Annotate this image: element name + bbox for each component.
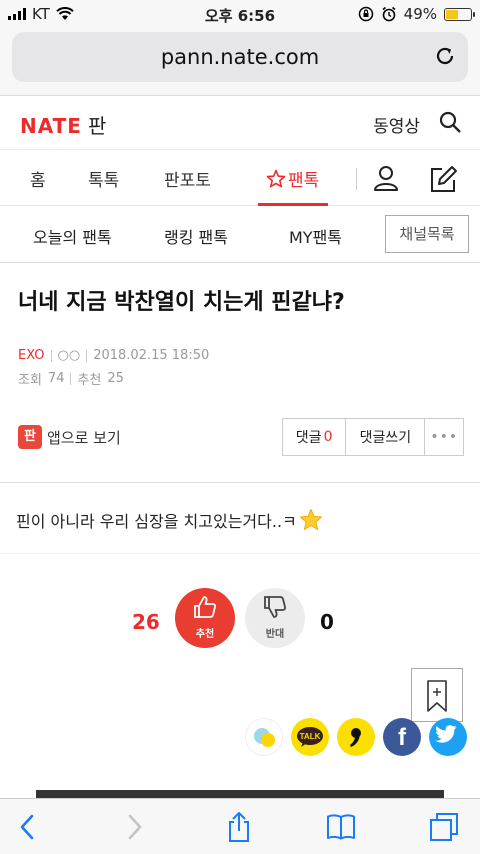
tab-toktok[interactable]: 톡톡	[88, 166, 119, 191]
channel-list-button[interactable]: 채널목록	[385, 215, 469, 253]
forward-icon[interactable]	[118, 811, 150, 843]
pann-app-icon: 판	[18, 425, 42, 449]
meta-divider	[50, 349, 52, 362]
write-icon[interactable]	[428, 164, 458, 194]
comment-count: 0	[323, 429, 333, 445]
twitter-share-button[interactable]	[429, 718, 467, 756]
downvote-button[interactable]: 반대	[245, 588, 305, 648]
subtab-my[interactable]: MY팬톡	[289, 224, 342, 248]
recommend-label: 추천	[77, 373, 102, 388]
comment-count-button[interactable]: 댓글 0	[283, 419, 347, 455]
bookmarks-icon[interactable]	[325, 811, 357, 843]
facebook-icon: f	[398, 724, 406, 751]
nate-logo[interactable]: NATE 판	[20, 110, 106, 139]
thumbs-up-icon	[194, 596, 217, 618]
upvote-button[interactable]: 추천	[175, 588, 235, 648]
main-tabs: 홈 톡톡 판포토 팬톡	[0, 150, 480, 206]
app-view-label: 앱으로 보기	[47, 428, 121, 447]
more-options-button[interactable]: •••	[425, 419, 463, 455]
meta-divider	[70, 372, 72, 385]
post-body: 핀이 아니라 우리 심장을 치고있는거다..ㅋ	[16, 508, 323, 532]
kakaotalk-label: TALK	[300, 732, 321, 741]
downvote-label: 반대	[265, 629, 285, 640]
post-category[interactable]: EXO	[18, 348, 45, 363]
write-comment-button[interactable]: 댓글쓰기	[346, 419, 426, 455]
status-bar: KT 오후 6:56 49%	[0, 0, 480, 28]
share-buttons: TALK f	[245, 718, 467, 756]
post-body-text: 핀이 아니라 우리 심장을 치고있는거다..ㅋ	[16, 512, 297, 531]
comma-icon	[350, 728, 361, 747]
comment-actions: 댓글 0 댓글쓰기 •••	[282, 418, 464, 456]
upvote-label: 추천	[195, 629, 215, 640]
divider	[0, 553, 480, 554]
search-icon[interactable]	[438, 110, 462, 134]
tab-home[interactable]: 홈	[30, 166, 46, 191]
tab-panphoto[interactable]: 판포토	[164, 166, 211, 191]
app-view-link[interactable]: 판 앱으로 보기	[18, 425, 121, 449]
downvote-count: 0	[320, 610, 334, 634]
sub-tabs: 오늘의 팬톡 랭킹 팬톡 MY팬톡 채널목록	[0, 207, 480, 263]
address-bar[interactable]: pann.nate.com	[12, 32, 468, 82]
site-header: NATE 판 동영상	[0, 96, 480, 150]
post-stats: 조회 74 추천 25	[18, 369, 124, 388]
logo-sub: 판	[87, 114, 107, 138]
battery-percent: 49%	[403, 5, 437, 23]
star-outline-icon	[266, 169, 286, 187]
tabs-icon[interactable]	[428, 811, 460, 843]
battery-fill	[446, 9, 458, 19]
video-link[interactable]: 동영상	[373, 112, 420, 137]
logo-text: NATE	[20, 114, 82, 138]
kakaotalk-share-button[interactable]: TALK	[291, 718, 329, 756]
reload-icon[interactable]	[434, 45, 456, 67]
share-icon[interactable]	[223, 811, 255, 843]
active-tab-indicator	[258, 203, 328, 206]
post-title: 너네 지금 박찬열이 치는게 핀같냐?	[18, 290, 345, 315]
kakaostory-icon	[254, 728, 275, 747]
post-author: ○○	[57, 348, 81, 363]
twitter-icon	[435, 725, 457, 743]
status-right: 49%	[358, 5, 475, 23]
user-icon[interactable]	[372, 164, 400, 192]
upvote-count: 26	[132, 610, 160, 634]
meta-divider	[86, 349, 88, 362]
facebook-share-button[interactable]: f	[383, 718, 421, 756]
browser-toolbar	[0, 798, 480, 854]
views-count: 74	[47, 371, 65, 386]
back-icon[interactable]	[12, 811, 44, 843]
views-label: 조회	[18, 373, 42, 388]
kakaostory-share-button[interactable]	[245, 718, 283, 756]
kakaotalk-icon: TALK	[297, 727, 323, 747]
tab-fantalk-label: 팬톡	[288, 171, 320, 191]
comment-label: 댓글	[295, 430, 322, 446]
band-share-button[interactable]	[337, 718, 375, 756]
post-meta: EXO ○○ 2018.02.15 18:50	[18, 348, 209, 363]
rotation-lock-icon	[358, 6, 373, 22]
subtab-ranking[interactable]: 랭킹 팬톡	[164, 224, 228, 248]
alarm-icon	[382, 6, 396, 22]
tab-fantalk[interactable]: 팬톡	[266, 166, 319, 191]
thumbs-down-icon	[264, 596, 287, 618]
post-datetime: 2018.02.15 18:50	[93, 348, 210, 363]
battery-icon	[444, 7, 475, 21]
recommend-count: 25	[107, 371, 124, 386]
divider	[0, 482, 480, 483]
more-icon: •••	[430, 429, 459, 445]
star-emoji-icon	[299, 509, 322, 530]
browser-address-area: pann.nate.com	[0, 28, 480, 96]
bookmark-add-icon	[427, 680, 447, 712]
subtab-today[interactable]: 오늘의 팬톡	[33, 224, 112, 248]
add-bookmark-button[interactable]	[411, 668, 463, 722]
tab-divider	[356, 168, 357, 190]
